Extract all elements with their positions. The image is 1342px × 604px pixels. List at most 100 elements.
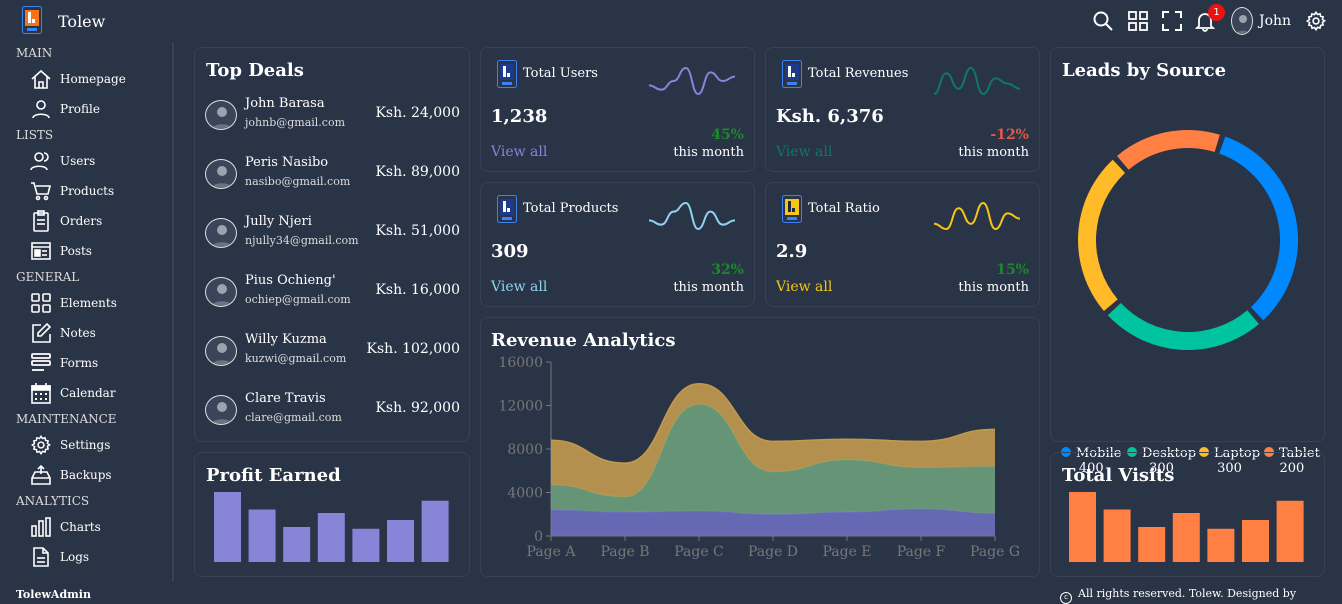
stat-card-ratio: Total Ratio 2.9 View all 15% this month xyxy=(765,182,1040,307)
footer-copyright-text: All rights reserved. Tolew. Designed by … xyxy=(1078,587,1297,600)
top-bar: Tolew 1 John xyxy=(0,0,1342,42)
sparkline-path xyxy=(933,66,1021,96)
deal-email: kuzwi@gmail.com xyxy=(245,352,347,365)
bar[interactable] xyxy=(1207,528,1235,562)
sidebar-item-settings[interactable]: Settings xyxy=(30,434,160,458)
y-tick-label: 0 xyxy=(534,529,543,545)
sidebar-item-calendar[interactable]: Calendar xyxy=(30,382,160,406)
stat-value: 2.9 xyxy=(776,241,808,262)
settings-gear-icon[interactable] xyxy=(1305,10,1327,32)
users-stat-icon xyxy=(497,60,517,88)
bar[interactable] xyxy=(283,527,311,562)
stat-percent: -12% xyxy=(990,127,1029,143)
sparkline-path xyxy=(933,201,1021,231)
sidebar: MAIN Homepage Profile LISTS Users Produc… xyxy=(0,42,172,597)
donut-slice-laptop[interactable] xyxy=(1078,159,1126,311)
stat-period: this month xyxy=(673,145,744,160)
bar[interactable] xyxy=(214,492,241,562)
donut-slice-desktop[interactable] xyxy=(1107,302,1259,350)
bar[interactable] xyxy=(387,520,414,562)
stat-period: this month xyxy=(958,145,1029,160)
sidebar-item-forms[interactable]: Forms xyxy=(30,352,160,376)
list-item[interactable]: Willy Kuzma kuzwi@gmail.com Ksh. 102,000 xyxy=(205,330,460,370)
list-item[interactable]: Peris Nasibo nasibo@gmail.com Ksh. 89,00… xyxy=(205,153,460,193)
app-name[interactable]: Tolew xyxy=(58,12,105,31)
sidebar-item-users[interactable]: Users xyxy=(30,150,160,174)
list-item[interactable]: Jully Njeri njully34@gmail.com Ksh. 51,0… xyxy=(205,212,460,252)
view-all-link[interactable]: View all xyxy=(776,144,832,160)
view-all-link[interactable]: View all xyxy=(776,279,832,295)
gear-icon xyxy=(30,434,51,456)
avatar xyxy=(205,336,237,366)
username[interactable]: John xyxy=(1259,13,1291,29)
bar[interactable] xyxy=(1242,520,1269,562)
sparkline xyxy=(933,66,1021,96)
sidebar-item-charts[interactable]: Charts xyxy=(30,516,160,540)
deal-amount: Ksh. 16,000 xyxy=(375,282,460,298)
profit-title: Profit Earned xyxy=(206,465,341,486)
bar[interactable] xyxy=(248,509,276,563)
footer-copyright: c All rights reserved. Tolew. Designed by… xyxy=(1060,587,1342,604)
sidebar-item-label: Notes xyxy=(60,326,96,340)
list-item[interactable]: John Barasa johnb@gmail.com Ksh. 24,000 xyxy=(205,94,460,134)
bar[interactable] xyxy=(1103,509,1131,563)
y-tick-label: 12000 xyxy=(498,399,543,415)
leads-title: Leads by Source xyxy=(1062,60,1227,81)
edit-icon xyxy=(32,322,52,343)
products-stat-icon xyxy=(497,195,517,223)
sidebar-item-label: Elements xyxy=(60,296,117,310)
sidebar-item-label: Posts xyxy=(60,244,92,258)
sidebar-item-orders[interactable]: Orders xyxy=(30,210,160,234)
sidebar-item-backups[interactable]: Backups xyxy=(30,464,160,488)
bar[interactable] xyxy=(317,513,345,562)
view-all-link[interactable]: View all xyxy=(491,279,547,295)
bar[interactable] xyxy=(352,528,380,562)
sidebar-item-homepage[interactable]: Homepage xyxy=(30,68,160,92)
search-icon[interactable] xyxy=(1092,10,1114,32)
donut-slice-tablet[interactable] xyxy=(1117,130,1220,170)
ratio-stat-icon xyxy=(782,195,802,223)
logo-icon[interactable] xyxy=(22,6,42,34)
bar[interactable] xyxy=(1276,500,1304,562)
sidebar-item-logs[interactable]: Logs xyxy=(30,546,160,570)
avatar xyxy=(205,277,237,307)
leads-card: Leads by Source Mobile 400 Desktop 300 Lapto… xyxy=(1050,47,1325,476)
deal-name: Pius Ochieng' xyxy=(245,273,336,288)
sidebar-section-lists: LISTS xyxy=(16,128,54,142)
apps-grid-icon[interactable] xyxy=(1127,10,1149,32)
sidebar-section-main: MAIN xyxy=(16,46,53,60)
sidebar-item-notes[interactable]: Notes xyxy=(30,322,160,346)
stat-percent: 32% xyxy=(711,262,744,278)
sparkline xyxy=(648,201,736,231)
deal-email: nasibo@gmail.com xyxy=(245,175,351,188)
sidebar-item-profile[interactable]: Profile xyxy=(30,98,160,122)
donut-slice-mobile[interactable] xyxy=(1219,136,1298,321)
bar[interactable] xyxy=(1069,492,1096,562)
y-tick-label: 8000 xyxy=(507,442,543,458)
bar[interactable] xyxy=(1138,527,1166,562)
avatar xyxy=(205,218,237,248)
stat-percent: 45% xyxy=(711,127,744,143)
user-avatar[interactable] xyxy=(1231,7,1253,35)
bar[interactable] xyxy=(1172,513,1200,562)
deal-email: ochiep@gmail.com xyxy=(245,293,351,306)
sidebar-item-elements[interactable]: Elements xyxy=(30,292,160,316)
chart-icon xyxy=(31,517,51,537)
sidebar-item-products[interactable]: Products xyxy=(30,180,160,204)
list-item[interactable]: Clare Travis clare@gmail.com Ksh. 92,000 xyxy=(205,389,460,429)
sidebar-item-posts[interactable]: Posts xyxy=(30,240,160,264)
leads-donut-chart xyxy=(1078,130,1298,350)
view-all-link[interactable]: View all xyxy=(491,144,547,160)
footer-brand: TolewAdmin xyxy=(16,588,91,601)
deal-email: njully34@gmail.com xyxy=(245,234,359,247)
list-item[interactable]: Pius Ochieng' ochiep@gmail.com Ksh. 16,0… xyxy=(205,271,460,311)
deal-name: Jully Njeri xyxy=(245,214,312,229)
stat-value: 1,238 xyxy=(491,106,548,127)
fullscreen-icon[interactable] xyxy=(1161,10,1183,32)
sparkline xyxy=(933,201,1021,231)
bar[interactable] xyxy=(421,500,449,562)
stat-title: Total Ratio xyxy=(808,201,880,216)
stat-card-products: Total Products 309 View all 32% this mon… xyxy=(480,182,755,307)
profit-card: Profit Earned xyxy=(194,452,470,577)
x-tick-label: Page D xyxy=(748,544,798,560)
